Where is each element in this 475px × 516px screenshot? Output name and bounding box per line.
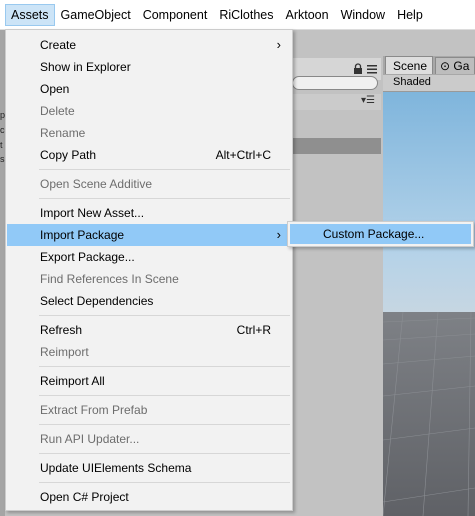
menu-item-import-package[interactable]: Import Package ›: [7, 224, 291, 246]
submenu-arrow-icon: ›: [276, 227, 281, 242]
search-field[interactable]: [292, 76, 378, 90]
menu-item-run-api-updater[interactable]: Run API Updater...: [7, 428, 291, 450]
menu-item-rename[interactable]: Rename: [7, 122, 291, 144]
menu-item-extract-from-prefab[interactable]: Extract From Prefab: [7, 399, 291, 421]
menu-item-export-package[interactable]: Export Package...: [7, 246, 291, 268]
menu-item-refresh[interactable]: Refresh Ctrl+R: [7, 319, 291, 341]
menu-item-import-new-asset[interactable]: Import New Asset...: [7, 202, 291, 224]
menu-window[interactable]: Window: [335, 4, 391, 26]
menu-item-show-in-explorer[interactable]: Show in Explorer: [7, 56, 291, 78]
tab-game-label: Ga: [453, 59, 470, 73]
menu-riclothes[interactable]: RiClothes: [213, 4, 279, 26]
scene-toolbar: Shaded: [383, 75, 475, 92]
menu-separator: [39, 315, 290, 316]
menu-item-label: Refresh: [40, 323, 83, 337]
inspector-panel-partial: ▾☰: [292, 30, 381, 516]
menu-item-create[interactable]: Create ›: [7, 34, 291, 56]
submenu-arrow-icon: ›: [276, 37, 281, 52]
game-tab-icon: ⊙: [440, 59, 451, 73]
menu-separator: [39, 453, 290, 454]
panel-menu-icon[interactable]: [367, 64, 377, 74]
import-package-submenu: Custom Package...: [287, 221, 474, 247]
tab-game[interactable]: ⊙ Ga: [435, 57, 475, 74]
menu-bar: Assets GameObject Component RiClothes Ar…: [0, 0, 475, 30]
menu-item-update-uielements-schema[interactable]: Update UIElements Schema: [7, 457, 291, 479]
menu-item-custom-package[interactable]: Custom Package...: [290, 224, 471, 244]
tab-scene[interactable]: Scene: [385, 56, 433, 74]
menu-item-find-references[interactable]: Find References In Scene: [7, 268, 291, 290]
shading-mode-dropdown[interactable]: Shaded: [393, 76, 431, 88]
menu-item-open-scene-additive[interactable]: Open Scene Additive: [7, 173, 291, 195]
menu-item-copy-path[interactable]: Copy Path Alt+Ctrl+C: [7, 144, 291, 166]
menu-help[interactable]: Help: [391, 4, 429, 26]
menu-item-reimport-all[interactable]: Reimport All: [7, 370, 291, 392]
scene-view[interactable]: Scene ⊙ Ga Shaded: [383, 30, 475, 516]
menu-item-delete[interactable]: Delete: [7, 100, 291, 122]
assets-dropdown-menu: Create › Show in Explorer Open Delete Re…: [5, 29, 293, 511]
menu-item-open-csharp-project[interactable]: Open C# Project: [7, 486, 291, 508]
menu-assets[interactable]: Assets: [5, 3, 55, 26]
menu-arktoon[interactable]: Arktoon: [280, 4, 335, 26]
shortcut-label: Ctrl+R: [236, 323, 271, 337]
menu-item-label: Create: [40, 38, 77, 52]
menu-item-label: Copy Path: [40, 148, 97, 162]
menu-separator: [39, 198, 290, 199]
menu-item-select-dependencies[interactable]: Select Dependencies: [7, 290, 291, 312]
menu-gameobject[interactable]: GameObject: [55, 4, 137, 26]
shortcut-label: Alt+Ctrl+C: [215, 148, 271, 162]
selected-row-band: [292, 138, 381, 154]
scene-sky: [383, 92, 475, 312]
dropdown-menu-icon[interactable]: ▾☰: [361, 95, 375, 106]
menu-separator: [39, 366, 290, 367]
menu-separator: [39, 424, 290, 425]
menu-item-label: Import Package: [40, 228, 125, 242]
scene-grid: [383, 312, 475, 516]
menu-separator: [39, 395, 290, 396]
menu-separator: [39, 169, 290, 170]
menu-separator: [39, 482, 290, 483]
lock-icon[interactable]: [352, 63, 364, 75]
menu-item-reimport[interactable]: Reimport: [7, 341, 291, 363]
menu-component[interactable]: Component: [137, 4, 214, 26]
menu-item-open[interactable]: Open: [7, 78, 291, 100]
